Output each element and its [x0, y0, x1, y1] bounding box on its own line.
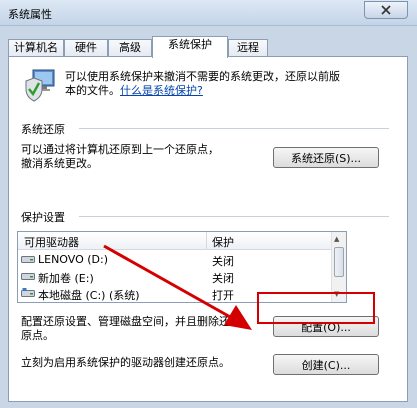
tab-remote[interactable]: 远程: [228, 39, 268, 57]
restore-group-divider: [79, 128, 389, 129]
close-button[interactable]: [364, 1, 408, 19]
what-is-system-protection-link[interactable]: 什么是系统保护?: [120, 84, 203, 97]
tab-computer-name[interactable]: 计算机名: [8, 39, 64, 57]
scrollbar-thumb[interactable]: [334, 247, 344, 277]
create-button[interactable]: 创建(C)...: [273, 354, 379, 375]
create-button-highlight: [257, 292, 375, 324]
title-bar: 系统属性: [0, 0, 417, 26]
tab-system-protection[interactable]: 系统保护: [152, 36, 228, 58]
drive-name: LENOVO (D:): [38, 253, 109, 266]
scroll-up-icon[interactable]: ▲: [334, 235, 339, 243]
drives-list-header: 可用驱动器 保护: [18, 232, 331, 250]
tab-panel: 可以使用系统保护来撤消不需要的系统更改，还原以前版 本的文件。什么是系统保护? …: [8, 56, 408, 402]
restore-group-title: 系统还原: [21, 121, 69, 137]
restore-desc-line2: 撤消系统更改。: [21, 157, 98, 170]
config-desc-line2: 原点。: [21, 329, 54, 342]
column-header-protection[interactable]: 保护: [212, 234, 234, 250]
tab-strip: 计算机名 硬件 高级 系统保护 远程: [8, 36, 408, 58]
column-separator[interactable]: [206, 232, 207, 250]
system-protection-icon: [25, 69, 55, 102]
intro-text-prefix: 本的文件。: [65, 84, 120, 97]
drive-name: 新加卷 (E:): [38, 272, 94, 285]
window-title: 系统属性: [8, 8, 52, 21]
tab-hardware[interactable]: 硬件: [64, 39, 108, 57]
drive-row[interactable]: LENOVO (D:) 关闭: [18, 251, 331, 268]
drive-icon: [21, 256, 35, 263]
tab-advanced[interactable]: 高级: [108, 39, 152, 57]
protection-group-divider: [79, 216, 389, 217]
drive-icon: [21, 288, 35, 297]
protection-group-title: 保护设置: [21, 209, 69, 225]
drive-row[interactable]: 新加卷 (E:) 关闭: [18, 268, 331, 285]
system-restore-button[interactable]: 系统还原(S)...: [273, 147, 379, 168]
intro-text-line2: 本的文件。什么是系统保护?: [65, 82, 203, 98]
drive-name: 本地磁盘 (C:) (系统): [38, 289, 140, 302]
close-icon: [381, 5, 391, 15]
create-desc: 立刻为启用系统保护的驱动器创建还原点。: [21, 356, 230, 369]
drive-protection-status: 关闭: [212, 255, 234, 268]
drive-protection-status: 打开: [212, 289, 234, 302]
drive-protection-status: 关闭: [212, 272, 234, 285]
drive-icon: [21, 273, 35, 280]
column-header-drive[interactable]: 可用驱动器: [24, 234, 79, 250]
